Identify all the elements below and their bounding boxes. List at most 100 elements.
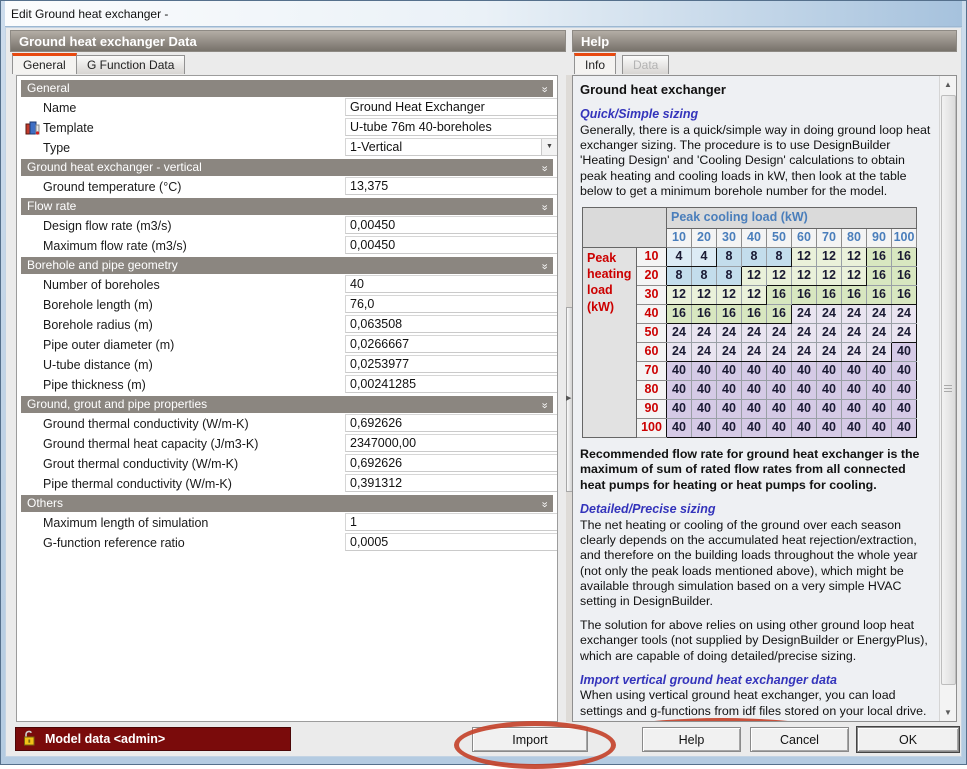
table-value-cell: 12 <box>742 285 767 304</box>
section-borehole-and-pipe-geometry[interactable]: Borehole and pipe geometry» <box>21 257 553 274</box>
table-value-cell: 16 <box>767 285 792 304</box>
field-design-flow-rate-m3-s[interactable]: 0,00450 <box>345 216 558 234</box>
field-borehole-radius-m[interactable]: 0,063508 <box>345 315 558 333</box>
table-value-cell: 24 <box>892 304 917 323</box>
col-number: 80 <box>842 228 867 247</box>
section-ground-heat-exchanger-vertical[interactable]: Ground heat exchanger - vertical» <box>21 159 553 176</box>
table-value-cell: 40 <box>867 361 892 380</box>
help-panel: Help Info Data Ground heat exchangerQuic… <box>572 30 957 724</box>
table-value-cell: 16 <box>867 285 892 304</box>
table-value-cell: 24 <box>667 342 692 361</box>
field-value: 0,391312 <box>350 476 402 490</box>
field-label-grout-thermal-conductivity-w-m-k: Grout thermal conductivity (W/m-K) <box>43 457 238 471</box>
field-maximum-length-of-simulation[interactable]: 1 <box>345 513 558 531</box>
help-paragraph: When using vertical ground heat exchange… <box>580 688 932 719</box>
help-text: Ground heat exchangerQuick/Simple sizing… <box>573 76 939 721</box>
field-number-of-boreholes[interactable]: 40 <box>345 275 558 293</box>
form-row: Number of boreholes40 <box>21 275 553 295</box>
help-scrollbar[interactable]: ▲ ▼ <box>939 76 956 721</box>
section-title: Flow rate <box>27 199 76 213</box>
tab-info-label: Info <box>585 58 605 72</box>
scroll-down-icon[interactable]: ▼ <box>940 704 956 721</box>
field-label-borehole-length-m: Borehole length (m) <box>43 298 153 312</box>
scrollbar-grip <box>944 385 952 394</box>
field-pipe-thickness-m[interactable]: 0,00241285 <box>345 375 558 393</box>
col-number: 60 <box>792 228 817 247</box>
field-pipe-outer-diameter-m[interactable]: 0,0266667 <box>345 335 558 353</box>
table-value-cell: 24 <box>892 323 917 342</box>
help-paragraph: The net heating or cooling of the ground… <box>580 518 932 610</box>
field-label-ground-thermal-conductivity-w-m-k: Ground thermal conductivity (W/m-K) <box>43 417 249 431</box>
field-label-maximum-length-of-simulation: Maximum length of simulation <box>43 516 208 530</box>
scrollbar-thumb[interactable] <box>941 95 956 685</box>
table-value-cell: 40 <box>667 399 692 418</box>
table-value-cell: 40 <box>692 399 717 418</box>
field-value: 0,00450 <box>350 238 395 252</box>
table-value-cell: 16 <box>867 266 892 285</box>
form-row: Type1-Vertical▼ <box>21 138 553 158</box>
field-ground-thermal-heat-capacity-j-m3-k[interactable]: 2347000,00 <box>345 434 558 452</box>
field-grout-thermal-conductivity-w-m-k[interactable]: 0,692626 <box>345 454 558 472</box>
col-number: 10 <box>667 228 692 247</box>
table-value-cell: 16 <box>717 304 742 323</box>
table-value-cell: 40 <box>717 361 742 380</box>
section-title: Ground, grout and pipe properties <box>27 397 207 411</box>
form-row: Ground temperature (°C)13,375 <box>21 177 553 197</box>
scroll-up-icon[interactable]: ▲ <box>940 76 956 93</box>
tab-general-label: General <box>23 58 66 72</box>
table-value-cell: 8 <box>717 266 742 285</box>
import-button[interactable]: Import <box>472 727 588 752</box>
ok-button[interactable]: OK <box>857 727 959 752</box>
field-value: 76,0 <box>350 297 374 311</box>
tab-info[interactable]: Info <box>574 53 616 74</box>
cancel-button[interactable]: Cancel <box>750 727 849 752</box>
section-general[interactable]: General» <box>21 80 553 97</box>
table-value-cell: 24 <box>867 323 892 342</box>
section-ground-grout-and-pipe-properties[interactable]: Ground, grout and pipe properties» <box>21 396 553 413</box>
field-name[interactable]: Ground Heat Exchanger <box>345 98 558 116</box>
template-icon <box>25 120 41 136</box>
help-subheading-import-vertical-ground-heat-exchanger-data: Import vertical ground heat exchanger da… <box>580 673 932 689</box>
field-pipe-thermal-conductivity-w-m-k[interactable]: 0,391312 <box>345 474 558 492</box>
field-borehole-length-m[interactable]: 76,0 <box>345 295 558 313</box>
field-type[interactable]: 1-Vertical▼ <box>345 138 558 156</box>
table-value-cell: 40 <box>892 380 917 399</box>
table-value-cell: 40 <box>892 399 917 418</box>
section-others[interactable]: Others» <box>21 495 553 512</box>
tab-data[interactable]: Data <box>622 55 669 74</box>
field-label-ground-thermal-heat-capacity-j-m3-k: Ground thermal heat capacity (J/m3-K) <box>43 437 258 451</box>
field-g-function-reference-ratio[interactable]: 0,0005 <box>345 533 558 551</box>
dropdown-arrow-icon[interactable]: ▼ <box>541 139 557 155</box>
section-flow-rate[interactable]: Flow rate» <box>21 198 553 215</box>
field-ground-thermal-conductivity-w-m-k[interactable]: 0,692626 <box>345 414 558 432</box>
field-u-tube-distance-m[interactable]: 0,0253977 <box>345 355 558 373</box>
tab-general[interactable]: General <box>12 53 77 74</box>
field-maximum-flow-rate-m3-s[interactable]: 0,00450 <box>345 236 558 254</box>
field-label-template: Template <box>43 121 94 135</box>
field-template[interactable]: U-tube 76m 40-boreholes <box>345 118 558 136</box>
table-value-cell: 40 <box>767 380 792 399</box>
field-ground-temperature-c[interactable]: 13,375 <box>345 177 558 195</box>
table-value-cell: 8 <box>692 266 717 285</box>
table-value-cell: 16 <box>767 304 792 323</box>
form-row: Pipe thermal conductivity (W/m-K) 0,39131… <box>21 474 553 494</box>
field-value: 0,692626 <box>350 416 402 430</box>
help-subheading-detailed-precise-sizing: Detailed/Precise sizing <box>580 502 932 518</box>
table-value-cell: 40 <box>892 361 917 380</box>
tab-g-function-data-label: G Function Data <box>87 58 174 72</box>
field-value: 0,0266667 <box>350 337 409 351</box>
field-value: 0,00241285 <box>350 377 416 391</box>
table-value-cell: 40 <box>767 399 792 418</box>
col-number: 20 <box>692 228 717 247</box>
title-bar[interactable]: Edit Ground heat exchanger - <box>5 1 962 27</box>
tab-data-label: Data <box>633 58 658 72</box>
table-value-cell: 24 <box>792 342 817 361</box>
collapse-chevron-icon: » <box>535 86 552 92</box>
help-button[interactable]: Help <box>642 727 741 752</box>
field-label-pipe-thermal-conductivity-w-m-k: Pipe thermal conductivity (W/m-K) <box>43 477 232 491</box>
row-number: 70 <box>637 361 667 380</box>
field-label-u-tube-distance-m: U-tube distance (m) <box>43 358 153 372</box>
form-area: General»NameGround Heat ExchangerTemplat… <box>16 75 558 722</box>
tab-g-function-data[interactable]: G Function Data <box>76 55 185 74</box>
table-value-cell: 12 <box>817 247 842 266</box>
